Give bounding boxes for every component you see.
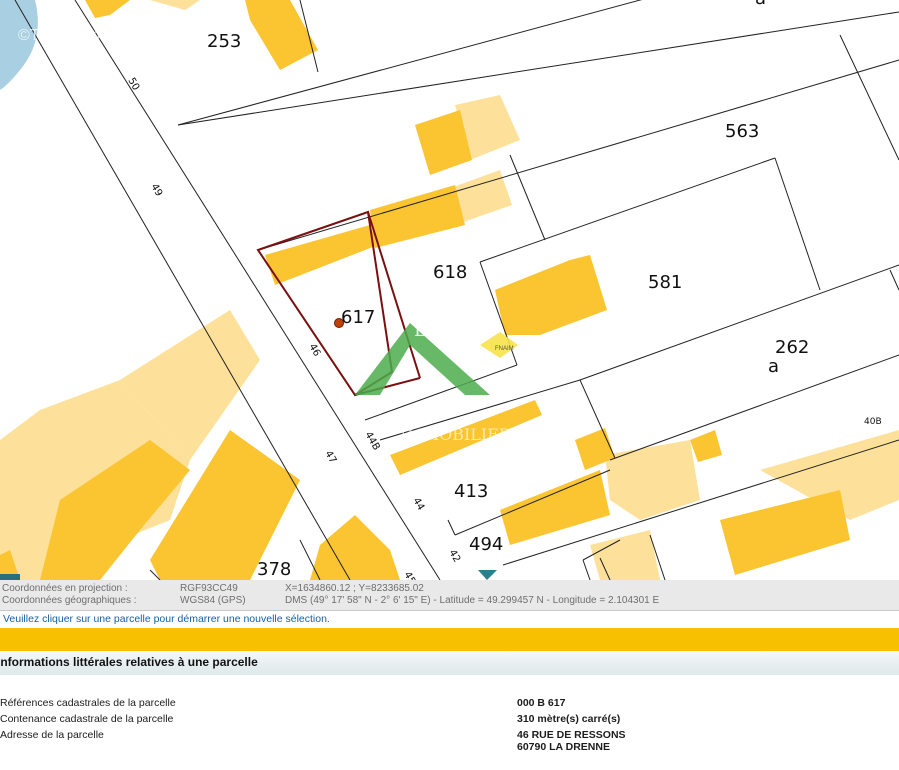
water-area (0, 0, 38, 90)
svg-text:44: 44 (410, 496, 426, 513)
area-value: 310 mètre(s) carré(s) (517, 713, 621, 725)
parcel-label-262: 262 (775, 337, 809, 358)
parcel-label-617: 617 (341, 307, 375, 328)
coordinates-panel: Coordonnées en projection : RGF93CC49 X=… (0, 580, 899, 610)
fnaim-marker-icon (480, 332, 518, 358)
svg-text:44B: 44B (362, 430, 381, 453)
geo-value: DMS (49° 17' 58" N - 2° 6' 15" E) - Lati… (285, 595, 660, 606)
parcel-label-253: 253 (207, 31, 241, 52)
parcel-label-40b: 40B (864, 417, 882, 427)
svg-text:46: 46 (306, 342, 322, 359)
parcel-label-413: 413 (454, 481, 488, 502)
map-canvas[interactable]: 253 563 618 617 581 262 a 413 494 378 a … (0, 0, 899, 580)
watermark-text: ©TerreProprio.com (18, 27, 153, 44)
geo-label: Coordonnées géographiques : (2, 595, 137, 606)
ref-value: 000 B 617 (517, 697, 566, 709)
address-line2: 60790 LA DRENNE (517, 741, 610, 753)
svg-text:45: 45 (401, 570, 417, 580)
address-label: Adresse de la parcelle (0, 729, 104, 741)
parcel-label-a: a (768, 356, 779, 377)
logo-text-top: LC (414, 320, 440, 341)
fnaim-label: FNAIM (495, 346, 514, 352)
parcel-label-563: 563 (725, 121, 759, 142)
parcel-label-581: 581 (648, 272, 682, 293)
highlight-bar (0, 628, 899, 651)
cadastral-map[interactable]: 253 563 618 617 581 262 a 413 494 378 a … (0, 0, 899, 580)
svg-text:50: 50 (125, 76, 141, 93)
parcel-label-494: 494 (469, 534, 503, 555)
parcel-label-378: 378 (257, 559, 291, 580)
logo-text-bottom: IMMOBILIER (400, 425, 512, 444)
area-label: Contenance cadastrale de la parcelle (0, 713, 174, 725)
geo-system: WGS84 (GPS) (180, 595, 246, 606)
address-line1: 46 RUE DE RESSONS (517, 729, 626, 741)
svg-text:47: 47 (322, 449, 338, 466)
parcel-label-618: 618 (433, 262, 467, 283)
pan-down-icon (478, 570, 497, 580)
svg-text:49: 49 (148, 182, 164, 199)
selection-instruction: Veuillez cliquer sur une parcelle pour d… (0, 610, 899, 628)
section-title: Informations littérales relatives à une … (0, 651, 899, 675)
svg-text:42: 42 (446, 548, 462, 565)
ref-label: Références cadastrales de la parcelle (0, 697, 176, 709)
parcel-label-a-top: a (755, 0, 766, 9)
buildings (0, 0, 850, 580)
